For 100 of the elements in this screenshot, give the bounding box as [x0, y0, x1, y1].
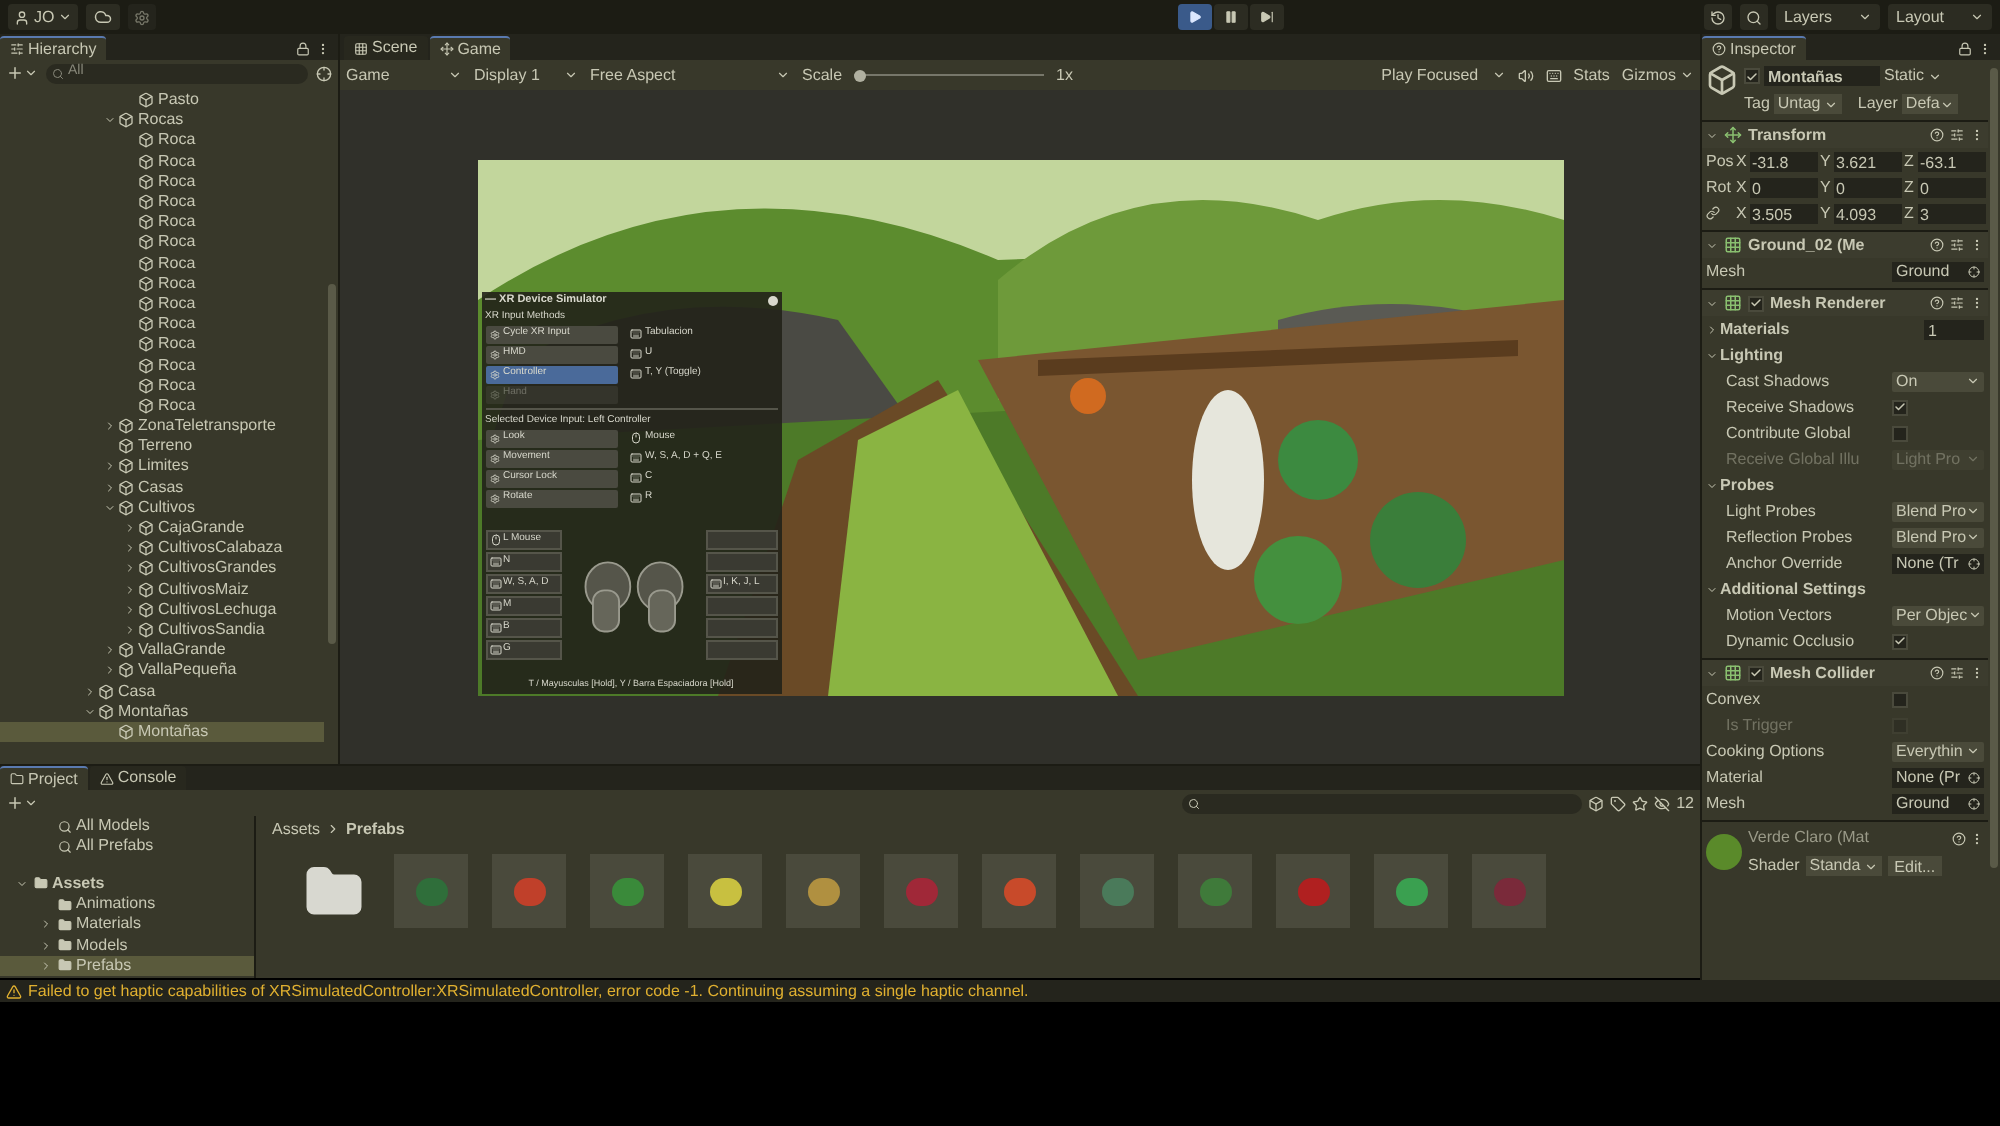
play-button[interactable]	[1177, 4, 1212, 30]
filter-type-icon[interactable]	[1588, 795, 1605, 811]
hierarchy-item[interactable]: Terreno	[0, 436, 324, 457]
settings-button[interactable]	[128, 4, 157, 30]
history-button[interactable]	[1704, 4, 1732, 30]
number-field[interactable]: 3.505	[1750, 203, 1818, 223]
add-button[interactable]	[6, 64, 38, 82]
layout-dropdown[interactable]: Layout	[1888, 4, 1992, 30]
prefab-thumbnail[interactable]	[982, 854, 1056, 928]
project-tree-item[interactable]: All Models	[0, 816, 254, 837]
presets-icon[interactable]	[1950, 666, 1964, 680]
stats-button[interactable]: Stats	[1573, 63, 1610, 87]
layer-dropdown[interactable]: Defa	[1901, 94, 1958, 114]
checkbox[interactable]	[1748, 295, 1764, 311]
number-field[interactable]: 3	[1918, 203, 1986, 223]
property-dropdown[interactable]: Per Objec	[1892, 605, 1984, 625]
prefab-thumbnail[interactable]	[590, 854, 664, 928]
prefab-thumbnail[interactable]	[884, 854, 958, 928]
number-field[interactable]: 1	[1924, 319, 1984, 339]
object-field[interactable]: None (Tr	[1892, 553, 1984, 573]
hidden-packages-icon[interactable]	[1654, 795, 1671, 811]
hierarchy-item[interactable]: Roca	[0, 151, 324, 172]
checkbox[interactable]	[1748, 665, 1764, 681]
layers-dropdown[interactable]: Layers	[1776, 4, 1880, 30]
checkbox[interactable]	[1892, 425, 1908, 441]
prefab-thumbnail[interactable]	[786, 854, 860, 928]
project-tree-item[interactable]: Prefabs	[0, 955, 254, 977]
hierarchy-item[interactable]: Roca	[0, 212, 324, 233]
hierarchy-item[interactable]: Roca	[0, 171, 324, 192]
property-dropdown[interactable]: Everythin	[1892, 741, 1984, 761]
presets-icon[interactable]	[1950, 296, 1964, 310]
help-icon[interactable]	[1952, 831, 1966, 845]
static-dropdown[interactable]: Static	[1884, 64, 1943, 88]
hierarchy-item[interactable]: Roca	[0, 314, 324, 335]
help-icon[interactable]	[1930, 128, 1944, 142]
foldout-header[interactable]: Additional Settings	[1706, 577, 1866, 601]
prefab-thumbnail[interactable]	[688, 854, 762, 928]
hierarchy-item[interactable]: VallaPequeña	[0, 660, 324, 681]
help-icon[interactable]	[1930, 296, 1944, 310]
number-field[interactable]: -63.1	[1918, 151, 1986, 171]
foldout-header[interactable]: Probes	[1706, 473, 1775, 497]
hierarchy-item[interactable]: CultivosCalabaza	[0, 538, 324, 559]
prefab-thumbnail[interactable]	[1472, 854, 1546, 928]
object-field[interactable]: Ground	[1892, 793, 1984, 813]
account-dropdown[interactable]: JO	[8, 4, 79, 30]
hierarchy-item[interactable]: VallaGrande	[0, 640, 324, 661]
menu-icon[interactable]	[1970, 831, 1984, 845]
view-dropdown[interactable]: Game	[346, 63, 462, 87]
menu-icon[interactable]	[1970, 238, 1984, 252]
display-dropdown[interactable]: Display 1	[474, 63, 578, 87]
link-icon[interactable]	[1706, 206, 1720, 220]
prefab-thumbnail[interactable]	[394, 854, 468, 928]
breadcrumb-link[interactable]: Assets	[272, 817, 321, 841]
component-header[interactable]: Ground_02 (Me	[1702, 230, 1988, 258]
label-icon[interactable]	[1610, 795, 1627, 811]
menu-icon[interactable]	[316, 42, 330, 56]
hierarchy-item[interactable]: CultivosMaiz	[0, 579, 324, 600]
panel-tab[interactable]: Inspector	[1702, 36, 1806, 60]
project-tree-item[interactable]: Animations	[0, 893, 254, 915]
project-tree-item[interactable]: Models	[0, 934, 254, 956]
component-header[interactable]: Transform	[1702, 120, 1988, 148]
play-mode-dropdown[interactable]: Play Focused	[1381, 63, 1506, 87]
scrollbar-thumb[interactable]	[1990, 68, 1998, 868]
hierarchy-item[interactable]: Pasto	[0, 90, 324, 111]
checkbox[interactable]	[1892, 633, 1908, 649]
project-tree-item[interactable]: Materials	[0, 914, 254, 935]
prefab-thumbnail[interactable]	[492, 854, 566, 928]
hierarchy-item[interactable]: Cultivos	[0, 497, 324, 518]
hierarchy-item[interactable]: Rocas	[0, 110, 324, 131]
foldout-header[interactable]: Lighting	[1706, 343, 1784, 367]
create-button[interactable]	[6, 794, 38, 812]
property-dropdown[interactable]: On	[1892, 371, 1984, 391]
project-tree-item[interactable]: Assets	[0, 873, 254, 894]
hierarchy-item[interactable]: Casa	[0, 680, 324, 702]
favorite-icon[interactable]	[1632, 795, 1649, 811]
picker-icon[interactable]	[1968, 771, 1980, 783]
number-field[interactable]: -31.8	[1750, 151, 1818, 171]
object-field[interactable]: Ground	[1892, 261, 1984, 281]
slider-thumb[interactable]	[854, 69, 867, 81]
step-button[interactable]	[1249, 4, 1284, 30]
checkbox[interactable]	[1892, 399, 1908, 415]
number-field[interactable]: 0	[1918, 177, 1986, 197]
object-field[interactable]: None (Pr	[1892, 767, 1984, 787]
presets-icon[interactable]	[1950, 128, 1964, 142]
number-field[interactable]: 3.621	[1834, 151, 1902, 171]
number-field[interactable]: 0	[1834, 177, 1902, 197]
prefab-thumbnail[interactable]	[1178, 854, 1252, 928]
hierarchy-item[interactable]: Roca	[0, 395, 324, 416]
property-dropdown[interactable]: Blend Pro	[1892, 501, 1984, 521]
menu-icon[interactable]	[1970, 666, 1984, 680]
hierarchy-item[interactable]: Roca	[0, 232, 324, 253]
pause-button[interactable]	[1213, 4, 1248, 30]
property-dropdown[interactable]: Blend Pro	[1892, 527, 1984, 547]
search-field[interactable]	[1182, 793, 1583, 813]
checkbox[interactable]	[1892, 691, 1908, 707]
mute-audio-icon[interactable]	[1517, 67, 1534, 83]
checkbox[interactable]	[1744, 68, 1760, 84]
prefab-thumbnail[interactable]	[1374, 854, 1448, 928]
number-field[interactable]: 0	[1750, 177, 1818, 197]
hierarchy-item[interactable]: Roca	[0, 253, 324, 274]
